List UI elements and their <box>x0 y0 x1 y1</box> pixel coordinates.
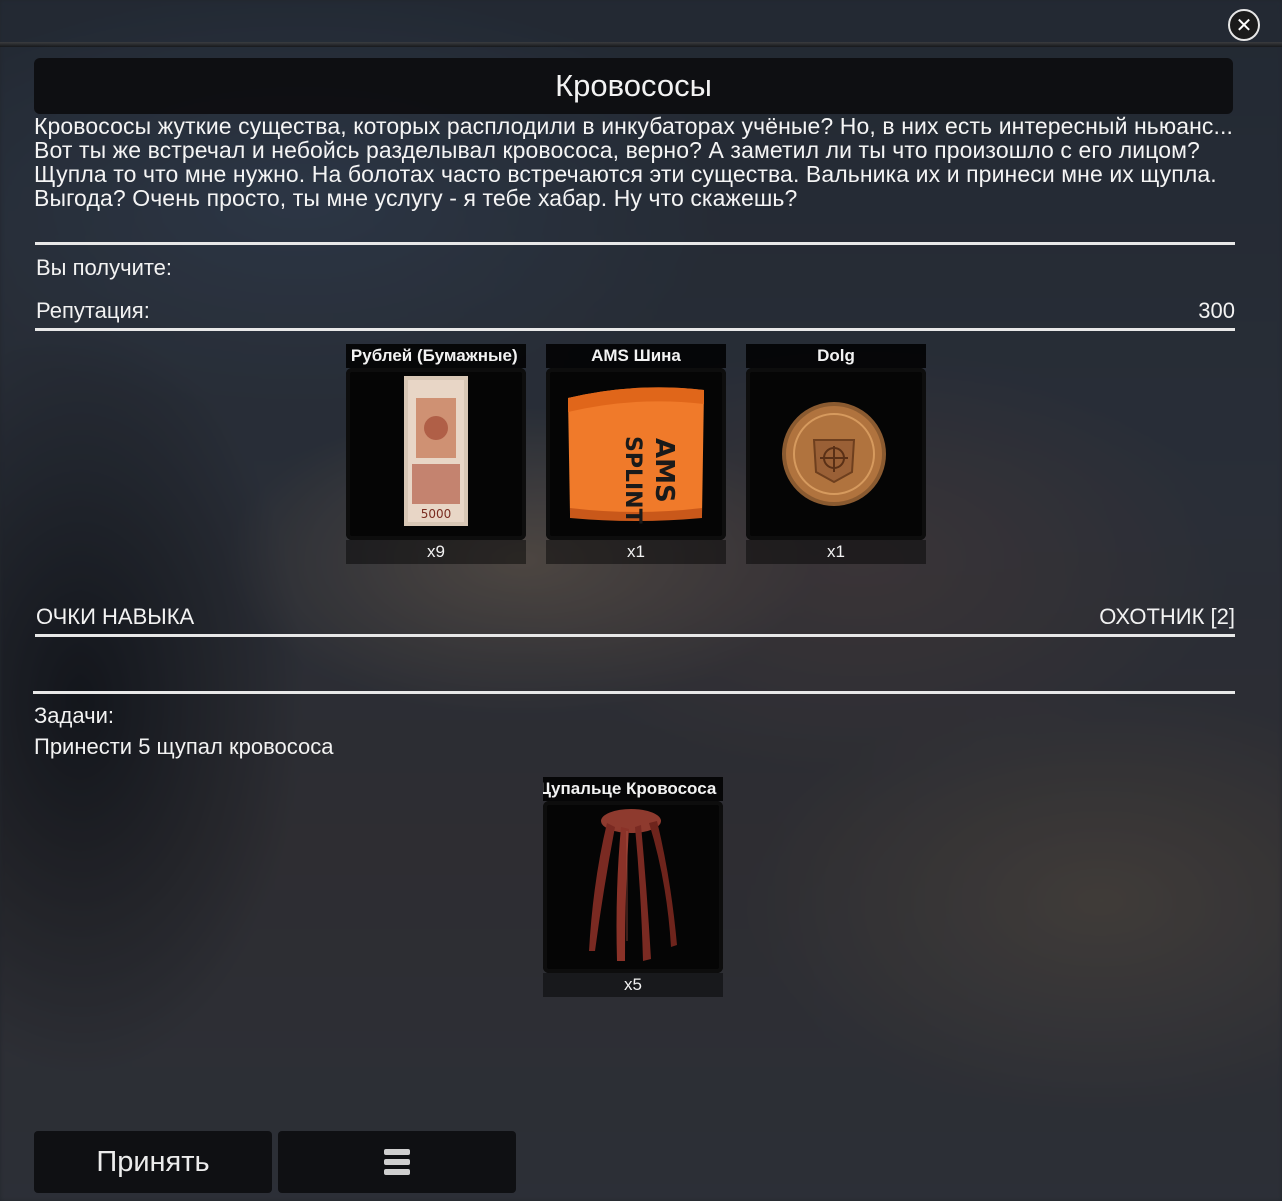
svg-text:SPLINT: SPLINT <box>620 436 645 524</box>
reward-item-qty: x1 <box>546 540 726 564</box>
reward-item-money[interactable]: 5000 Рублей (Бумажные) 5000 x9 <box>346 344 526 564</box>
reward-item-coin[interactable]: Dolg x1 <box>746 344 926 564</box>
tentacle-icon <box>589 809 677 961</box>
rewards-heading: Вы получите: <box>36 255 173 280</box>
task-item-tentacle[interactable]: Щупальце Кровососа x5 <box>543 777 723 997</box>
quest-title-bar: Кровососы <box>34 58 1233 114</box>
tasks-heading: Задачи: <box>34 703 114 728</box>
skill-points-value: ОХОТНИК [2] <box>1099 604 1235 629</box>
reward-item-name: 5000 Рублей (Бумажные) <box>346 344 526 368</box>
quest-title: Кровососы <box>555 68 712 103</box>
reward-item-name: Dolg <box>746 344 926 368</box>
reputation-label: Репутация: <box>36 298 150 323</box>
reputation-value: 300 <box>1198 298 1235 323</box>
stack-icon <box>384 1149 410 1175</box>
reward-item-slot <box>746 368 926 540</box>
accept-button-label: Принять <box>96 1145 210 1178</box>
banknote-icon: 5000 <box>404 376 468 526</box>
reward-item-slot: AMS SPLINT <box>546 368 726 540</box>
window-top-bar <box>0 0 1282 46</box>
tasks-divider <box>33 691 1235 694</box>
svg-text:5000: 5000 <box>421 507 452 521</box>
quest-description: Кровососы жуткие существа, которых распл… <box>34 113 1233 211</box>
top-bar-divider <box>0 42 1282 47</box>
reward-item-qty: x9 <box>346 540 526 564</box>
skill-divider <box>35 634 1235 637</box>
skill-points-label: ОЧКИ НАВЫКА <box>36 604 195 629</box>
close-icon: ✕ <box>1235 13 1253 37</box>
accept-button[interactable]: Принять <box>34 1131 272 1193</box>
task-item-name: Щупальце Кровососа <box>543 777 723 801</box>
faction-coin-icon <box>782 402 886 506</box>
reputation-divider <box>35 328 1235 331</box>
close-button[interactable]: ✕ <box>1228 9 1260 41</box>
svg-text:AMS: AMS <box>649 438 679 503</box>
menu-button[interactable] <box>278 1131 516 1193</box>
reward-item-splint[interactable]: AMS Шина AMS SPLINT x1 <box>546 344 726 564</box>
reward-item-slot: 5000 <box>346 368 526 540</box>
task-objective: Принести 5 щупал кровососа <box>34 734 334 759</box>
reward-item-name: AMS Шина <box>546 344 726 368</box>
task-item-qty: x5 <box>543 973 723 997</box>
task-item-slot <box>543 801 723 973</box>
reward-item-qty: x1 <box>746 540 926 564</box>
description-divider <box>35 242 1235 245</box>
splint-icon: AMS SPLINT <box>568 387 704 524</box>
